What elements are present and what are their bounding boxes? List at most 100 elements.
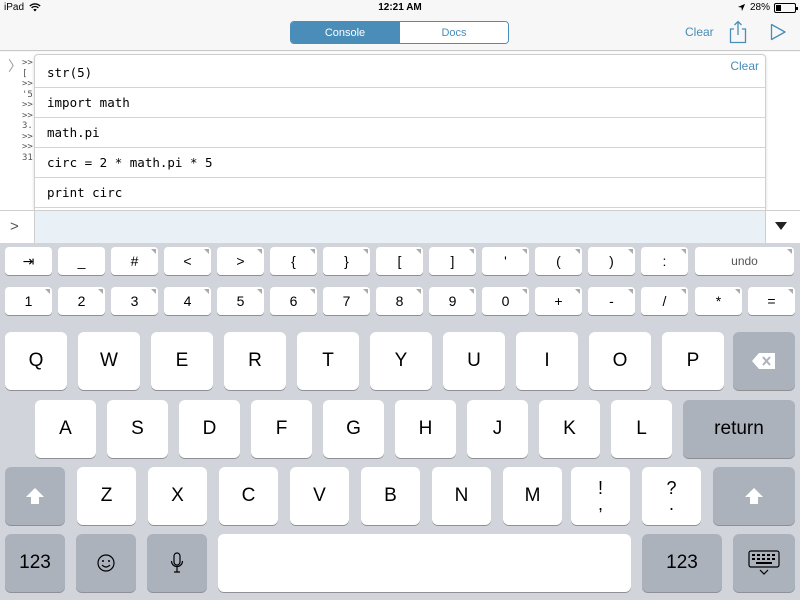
number-key[interactable]: * [695,287,742,315]
number-key[interactable]: 1 [5,287,52,315]
key-i[interactable]: I [516,332,578,390]
key-f[interactable]: F [251,400,312,458]
key-label: C [241,485,256,506]
number-key[interactable]: 0 [482,287,529,315]
key-j[interactable]: J [467,400,528,458]
alt-indicator-icon [204,289,209,294]
alt-indicator-icon [628,289,633,294]
key-q[interactable]: Q [5,332,67,390]
key-label: E [175,350,189,371]
shift-right-key[interactable] [713,467,795,525]
number-key[interactable]: 3 [111,287,158,315]
delete-key[interactable] [733,332,795,390]
key-w[interactable]: W [78,332,140,390]
key-r[interactable]: R [224,332,286,390]
shift-left-key[interactable] [5,467,65,525]
symbol-key[interactable]: : [641,247,688,275]
key-h[interactable]: H [395,400,456,458]
key-label: I [544,350,550,371]
code-input[interactable] [34,211,766,243]
alt-indicator-icon [788,289,793,294]
symbol-key[interactable]: ) [588,247,635,275]
share-icon[interactable] [728,20,748,44]
key-u[interactable]: U [443,332,505,390]
symbol-key[interactable]: ' [482,247,529,275]
key-m[interactable]: M [503,467,562,525]
tab-console[interactable]: Console [291,22,399,43]
numbers-right-key[interactable]: 123 [642,534,722,592]
key-x[interactable]: X [148,467,207,525]
alt-indicator-icon [575,289,580,294]
symbol-key[interactable]: { [270,247,317,275]
emoji-key[interactable] [76,534,136,592]
question-period-key[interactable]: ?. [642,467,701,525]
alt-indicator-icon [787,249,792,254]
dictation-key[interactable] [147,534,207,592]
history-item[interactable]: circ = 2 * math.pi * 5 [35,148,765,178]
number-key[interactable]: 8 [376,287,423,315]
history-item[interactable]: print circ [35,178,765,208]
key-label: ( [556,253,561,269]
delete-icon [752,353,775,369]
key-d[interactable]: D [179,400,240,458]
symbol-key[interactable]: ( [535,247,582,275]
run-icon[interactable] [769,23,787,41]
symbol-key[interactable]: # [111,247,158,275]
symbol-key[interactable]: undo [695,247,794,275]
key-y[interactable]: Y [370,332,432,390]
key-l[interactable]: L [611,400,672,458]
symbol-key[interactable]: ] [429,247,476,275]
number-key[interactable]: + [535,287,582,315]
symbol-key[interactable]: _ [58,247,105,275]
symbol-key[interactable]: } [323,247,370,275]
key-c[interactable]: C [219,467,278,525]
number-key[interactable]: 9 [429,287,476,315]
key-label: * [715,293,722,309]
symbol-key[interactable]: [ [376,247,423,275]
key-label: G [346,418,361,439]
tab-docs[interactable]: Docs [399,22,508,43]
clear-console-button[interactable]: Clear [685,25,714,39]
key-label: [ [397,253,402,269]
key-z[interactable]: Z [77,467,136,525]
key-n[interactable]: N [432,467,491,525]
key-g[interactable]: G [323,400,384,458]
number-key[interactable]: 7 [323,287,370,315]
space-key[interactable] [218,534,631,592]
emoji-icon [97,554,115,572]
key-label: 8 [395,293,404,309]
symbol-key[interactable]: ⇥ [5,247,52,275]
key-t[interactable]: T [297,332,359,390]
key-label: X [171,485,184,506]
key-label: ] [450,253,455,269]
key-label: B [384,485,397,506]
number-key[interactable]: 6 [270,287,317,315]
number-key[interactable]: 2 [58,287,105,315]
exclamation-comma-key[interactable]: !, [571,467,630,525]
number-key[interactable]: = [748,287,795,315]
number-key[interactable]: 5 [217,287,264,315]
key-label: ' [504,253,507,269]
key-label: { [291,253,296,269]
key-a[interactable]: A [35,400,96,458]
key-v[interactable]: V [290,467,349,525]
key-s[interactable]: S [107,400,168,458]
symbol-key[interactable]: > [217,247,264,275]
history-item[interactable]: math.pi [35,118,765,148]
key-b[interactable]: B [361,467,420,525]
key-k[interactable]: K [539,400,600,458]
key-o[interactable]: O [589,332,651,390]
history-item[interactable]: str(5) [35,58,765,88]
return-key[interactable]: return [683,400,795,458]
number-key[interactable]: / [641,287,688,315]
hide-keyboard-key[interactable] [733,534,795,592]
history-toggle-icon[interactable] [775,222,787,230]
history-item[interactable]: import math [35,88,765,118]
symbol-key[interactable]: < [164,247,211,275]
shift-icon [26,488,44,504]
numbers-left-key[interactable]: 123 [5,534,65,592]
key-e[interactable]: E [151,332,213,390]
key-p[interactable]: P [662,332,724,390]
number-key[interactable]: - [588,287,635,315]
number-key[interactable]: 4 [164,287,211,315]
